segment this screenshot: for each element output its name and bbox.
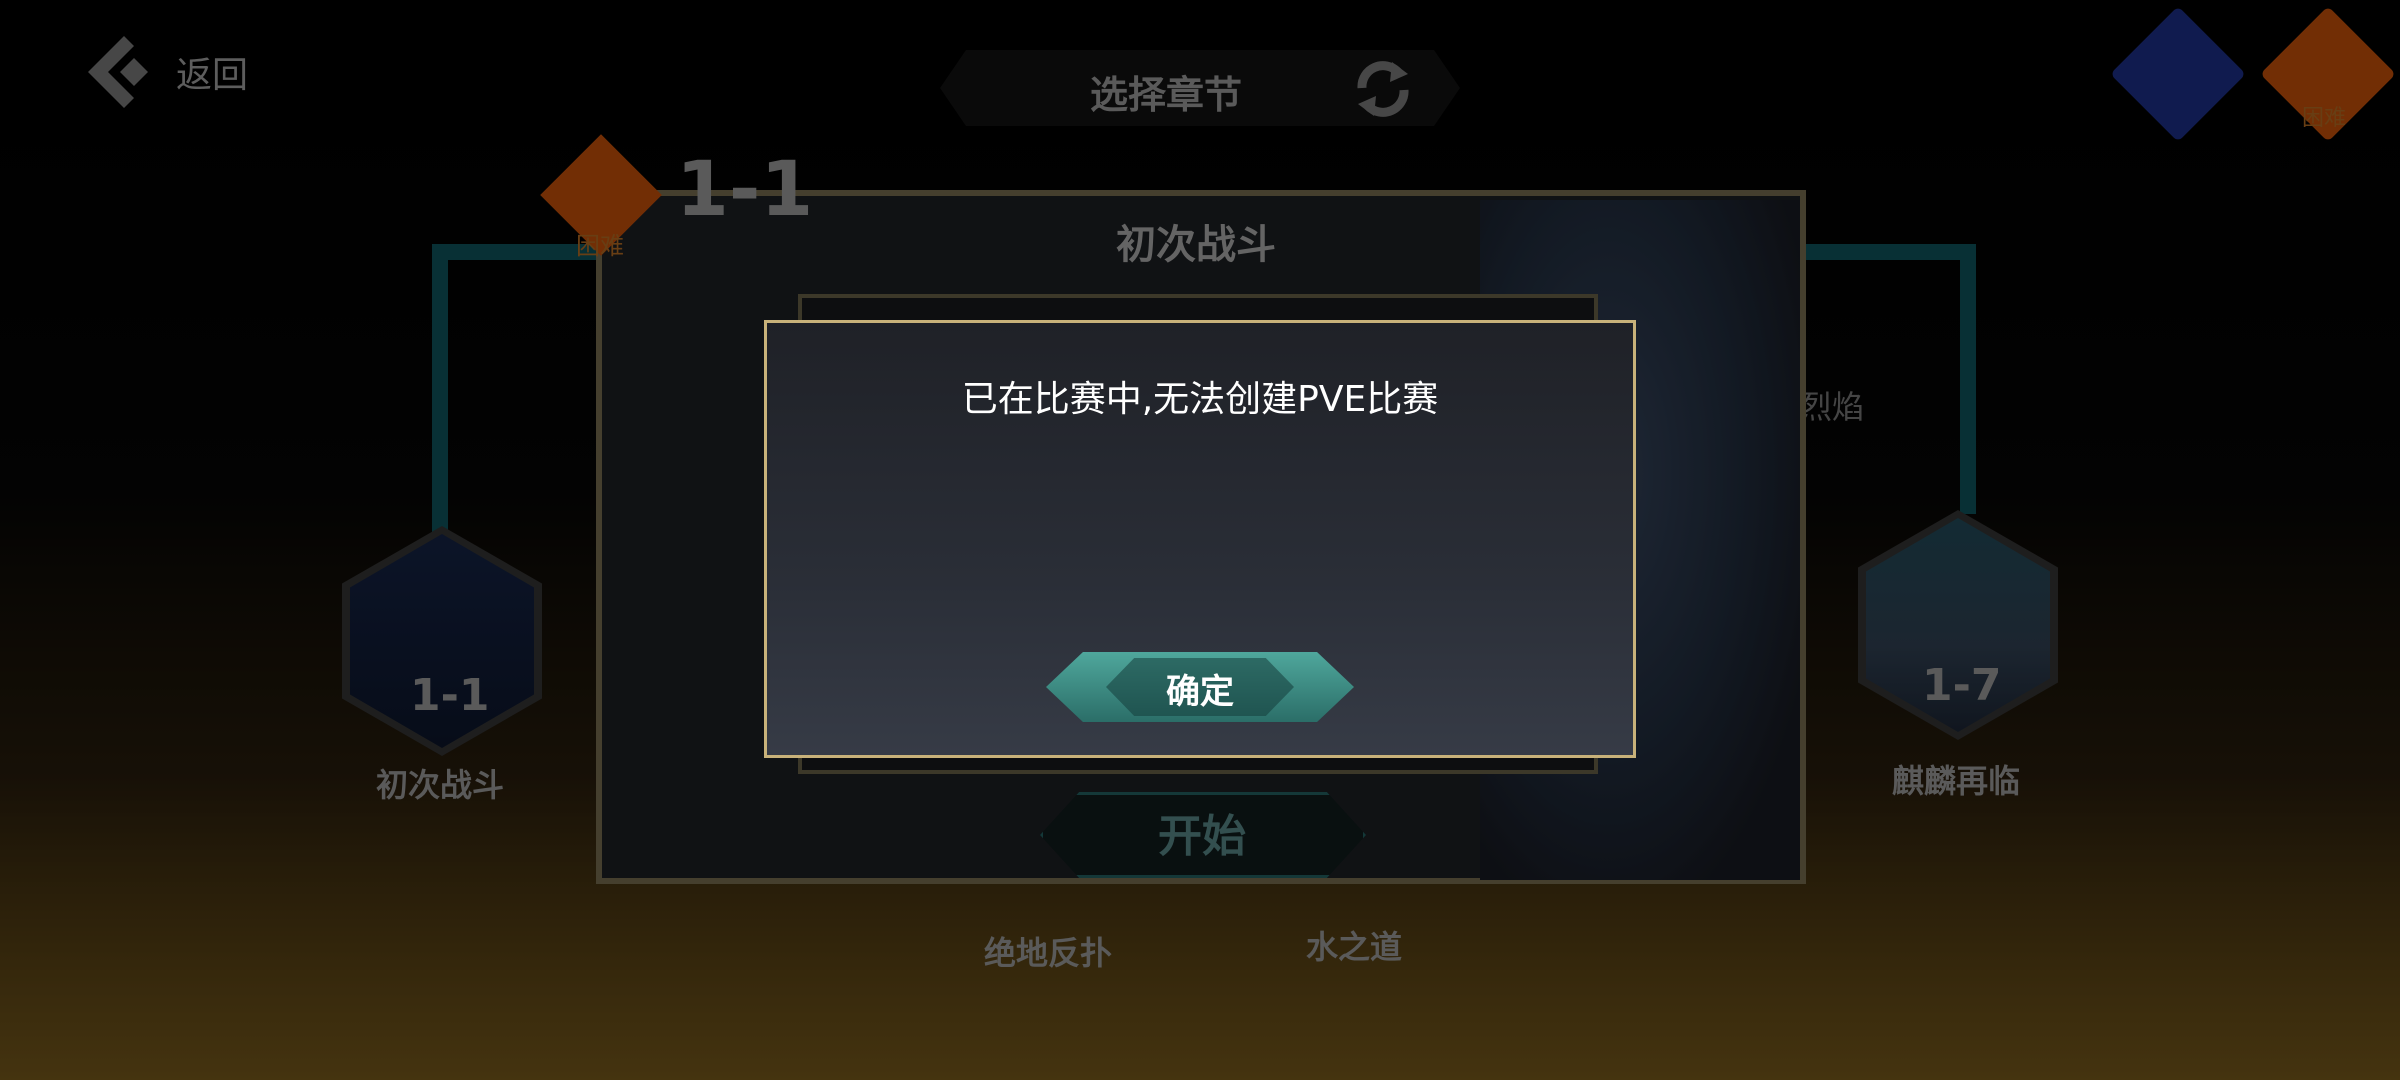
dialog-message: 已在比赛中,无法创建PVE比赛	[961, 379, 1439, 420]
confirm-button-label: 确定	[1166, 672, 1234, 712]
